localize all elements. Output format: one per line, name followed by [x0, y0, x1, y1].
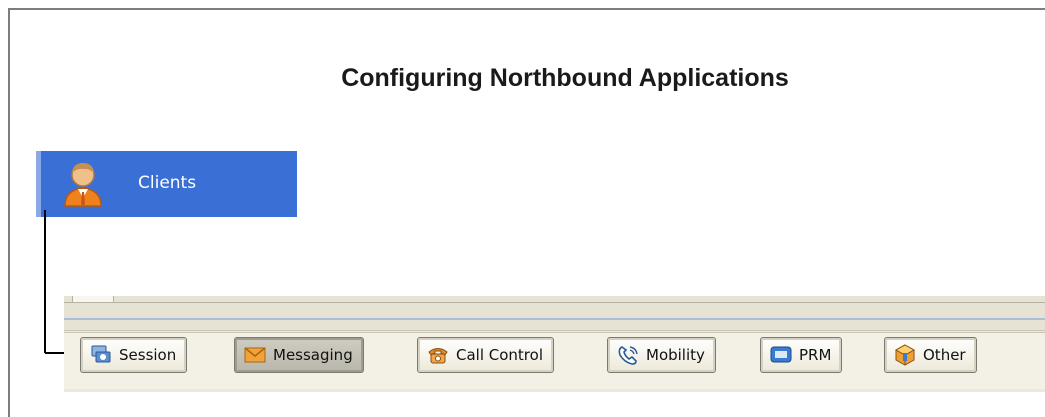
session-label: Session — [119, 346, 177, 364]
messaging-label: Messaging — [273, 346, 353, 364]
messaging-button[interactable]: Messaging — [234, 337, 364, 373]
toolbar-button-row: Session Messaging Call Control Mobility … — [64, 332, 1045, 389]
call-control-label: Call Control — [456, 346, 543, 364]
application-toolbar: Session Messaging Call Control Mobility … — [64, 296, 1045, 392]
session-icon — [91, 345, 111, 363]
cube-icon — [894, 344, 916, 366]
prm-button[interactable]: PRM — [760, 337, 843, 373]
call-control-button[interactable]: Call Control — [417, 337, 554, 373]
page-title: Configuring Northbound Applications — [341, 64, 789, 92]
mobile-phone-icon — [618, 346, 638, 365]
clients-label: Clients — [138, 173, 197, 193]
envelope-icon — [244, 347, 266, 363]
mobility-label: Mobility — [646, 346, 705, 364]
other-label: Other — [923, 346, 966, 364]
person-icon — [64, 163, 102, 207]
phone-icon — [428, 348, 448, 364]
monitor-icon — [770, 346, 792, 363]
clients-menu-item[interactable]: Clients — [36, 151, 297, 217]
session-button[interactable]: Session — [80, 337, 188, 373]
mobility-button[interactable]: Mobility — [607, 337, 716, 373]
toolbar-header — [64, 296, 1045, 331]
other-button[interactable]: Other — [884, 337, 977, 373]
prm-label: PRM — [799, 346, 832, 364]
